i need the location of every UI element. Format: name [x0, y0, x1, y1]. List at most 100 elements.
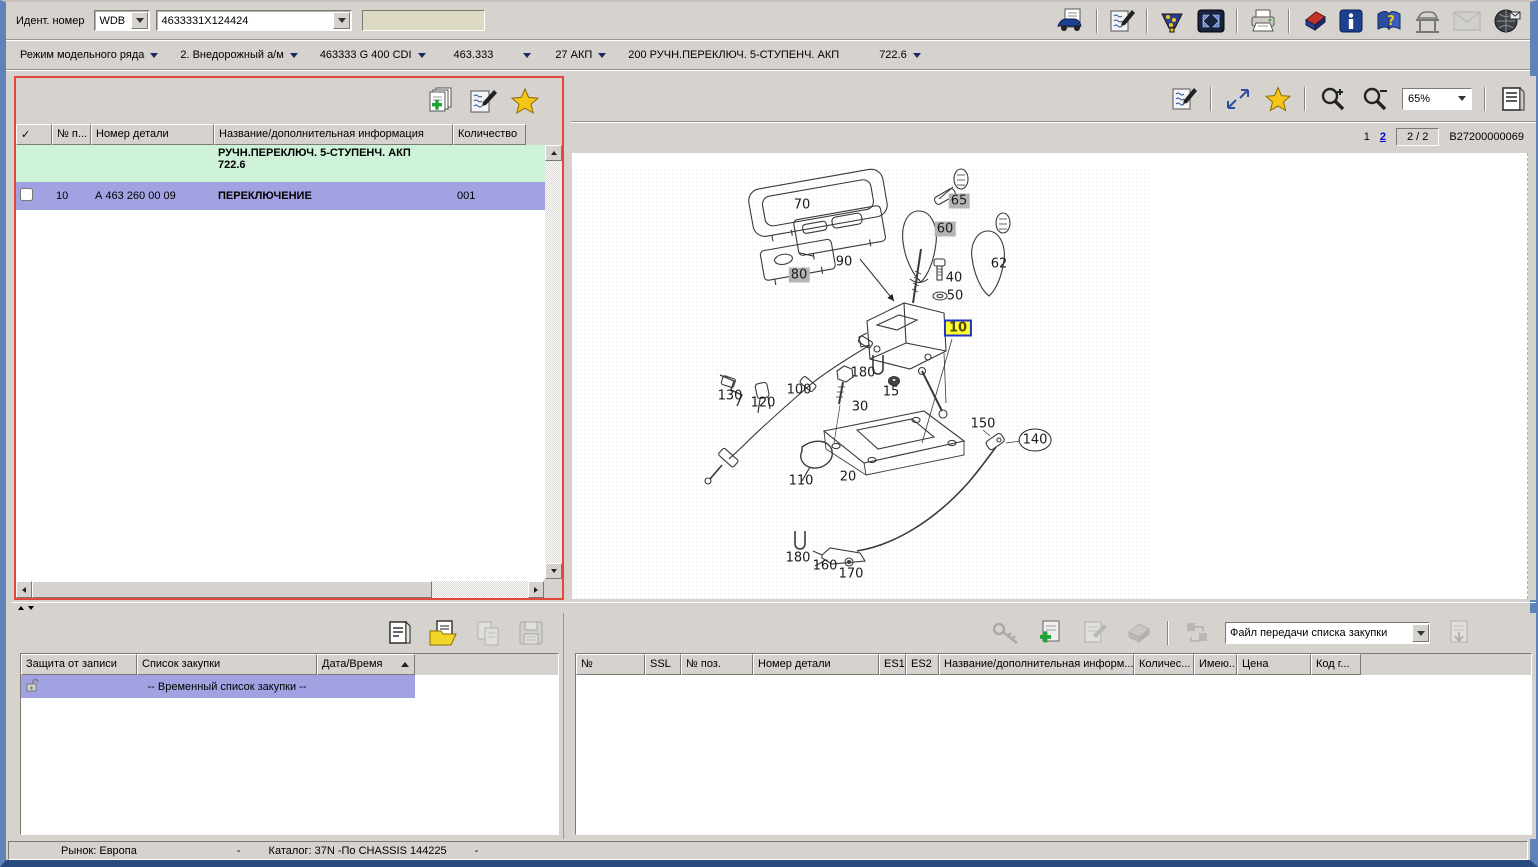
fit-view-icon[interactable]	[1224, 86, 1252, 112]
diagram-callout-90[interactable]: 90	[834, 255, 855, 270]
send-data-icon[interactable]	[1492, 8, 1522, 34]
save-list-icon	[517, 619, 545, 647]
column-header-check[interactable]: ✓	[16, 124, 52, 145]
diagram-callout-140[interactable]: 140	[1019, 429, 1052, 452]
open-list-icon[interactable]	[427, 619, 459, 647]
transmission-menu[interactable]: 722.6	[879, 49, 921, 61]
transfer-icon	[1183, 619, 1211, 647]
notes-icon[interactable]	[1108, 8, 1136, 34]
new-list-icon[interactable]	[385, 619, 413, 647]
diagram-callout-170[interactable]: 170	[837, 567, 866, 582]
notes-icon[interactable]	[1170, 86, 1198, 112]
column-header-partnumber[interactable]: Номер детали	[91, 124, 214, 145]
column-header-num[interactable]: №	[576, 654, 645, 675]
diagram-callout-150[interactable]: 150	[969, 417, 998, 432]
vehicle-datacard-icon[interactable]	[1056, 8, 1086, 34]
diagram-callout-110[interactable]: 110	[787, 474, 816, 489]
model-menu[interactable]: 463333 G 400 CDI	[320, 49, 426, 61]
diagram-canvas[interactable]: 7090806560624050101801510030130120110201…	[572, 153, 1528, 599]
page-list-icon[interactable]	[1498, 86, 1526, 112]
workshop-lift-icon[interactable]	[1412, 8, 1442, 34]
wmi-select[interactable]: WDB	[94, 10, 150, 31]
row-checkbox[interactable]	[20, 188, 33, 201]
diagram-callout-60[interactable]: 60	[935, 222, 956, 237]
add-document-icon[interactable]	[424, 86, 456, 116]
toolbar-separator	[1236, 9, 1238, 33]
diagram-callout-160[interactable]: 160	[811, 559, 840, 574]
favorites-star-icon[interactable]	[1264, 86, 1292, 112]
column-header-es1[interactable]: ES1	[879, 654, 906, 675]
column-header-name[interactable]: Название/дополнительная информ...	[939, 654, 1134, 675]
notes-icon[interactable]	[468, 87, 498, 115]
column-header-pos[interactable]: № п...	[52, 124, 91, 145]
column-header-price[interactable]: Цена	[1237, 654, 1311, 675]
transfer-file-select[interactable]: Файл передачи списка закупки	[1225, 622, 1430, 644]
export-document-icon	[1444, 619, 1474, 647]
diagram-callout-62[interactable]: 62	[989, 257, 1010, 272]
zoom-level-value: 65%	[1403, 93, 1458, 105]
diagram-callout-100[interactable]: 100	[785, 383, 814, 398]
vehicle-class-menu[interactable]: 2. Внедорожный а/м	[180, 49, 297, 61]
vin-value: 4633331X124424	[157, 15, 332, 27]
parts-row-selected[interactable]: 10 А 463 260 00 09 ПЕРЕКЛЮЧЕНИЕ 001	[16, 182, 562, 210]
diagram-callout-50[interactable]: 50	[945, 289, 966, 304]
diagram-callout-15[interactable]: 15	[881, 385, 902, 400]
parts-horizontal-scrollbar[interactable]	[16, 581, 544, 598]
column-header-qty[interactable]: Количество	[453, 124, 526, 145]
basket-icon[interactable]	[1158, 8, 1186, 34]
column-header-code[interactable]: Код г...	[1311, 654, 1361, 675]
column-header-datetime[interactable]: Дата/Время	[317, 654, 415, 675]
fullscreen-icon[interactable]	[1196, 8, 1226, 34]
zoom-in-icon[interactable]	[1318, 86, 1348, 112]
page-link-1[interactable]: 1	[1364, 131, 1370, 143]
diagram-callout-120[interactable]: 120	[749, 396, 778, 411]
scrollbar-thumb[interactable]	[32, 581, 432, 598]
diagram-callout-40[interactable]: 40	[944, 271, 965, 286]
shopping-list-row[interactable]: -- Временный список закупки --	[21, 675, 415, 698]
column-header-pos[interactable]: № поз.	[681, 654, 753, 675]
wmi-dropdown-button[interactable]	[131, 12, 148, 29]
scroll-right-button[interactable]	[528, 581, 544, 598]
diagram-callout-180[interactable]: 180	[849, 366, 878, 381]
eraser-icon	[1123, 620, 1153, 646]
column-header-partnumber[interactable]: Номер детали	[753, 654, 879, 675]
diagram-callout-30[interactable]: 30	[850, 400, 871, 415]
diagram-callout-20[interactable]: 20	[838, 470, 859, 485]
zoom-out-icon[interactable]	[1360, 86, 1390, 112]
model-range-mode-menu[interactable]: Режим модельного ряда	[20, 49, 158, 61]
scroll-left-button[interactable]	[16, 581, 32, 598]
collapse-down-button[interactable]	[28, 606, 34, 610]
info-icon[interactable]	[1338, 8, 1364, 34]
parts-toolbar	[16, 78, 562, 124]
collapse-up-button[interactable]	[18, 606, 24, 610]
column-header-qty[interactable]: Количес...	[1134, 654, 1194, 675]
vin-combobox[interactable]: 4633331X124424	[156, 10, 352, 31]
eraser-icon[interactable]	[1300, 8, 1328, 34]
scroll-up-button[interactable]	[545, 145, 562, 161]
column-header-write-protect[interactable]: Защита от записи	[21, 654, 137, 675]
diagram-callout-10[interactable]: 10	[944, 320, 972, 337]
favorites-star-icon[interactable]	[510, 87, 540, 115]
column-header-name[interactable]: Название/дополнительная информация	[214, 124, 453, 145]
help-book-icon[interactable]: ?	[1374, 8, 1402, 34]
parts-vertical-scrollbar[interactable]	[545, 145, 562, 579]
page-link-2[interactable]: 2	[1380, 131, 1386, 143]
column-header-es2[interactable]: ES2	[906, 654, 939, 675]
diagram-callout-130[interactable]: 130	[716, 389, 745, 404]
chevron-down-icon[interactable]	[1412, 624, 1429, 642]
column-header-list-name[interactable]: Список закупки	[137, 654, 317, 675]
add-document-icon[interactable]	[1035, 619, 1065, 647]
diagram-callout-180[interactable]: 180	[784, 551, 813, 566]
key-icon	[991, 620, 1021, 646]
diagram-callout-70[interactable]: 70	[792, 198, 813, 213]
zoom-level-select[interactable]: 65%	[1402, 88, 1472, 110]
diagram-callout-65[interactable]: 65	[949, 194, 970, 209]
scroll-down-button[interactable]	[545, 563, 562, 579]
model-code-menu[interactable]: 463.333	[454, 49, 532, 61]
print-icon[interactable]	[1248, 8, 1278, 34]
diagram-callout-80[interactable]: 80	[789, 268, 810, 283]
column-header-have[interactable]: Имею...	[1194, 654, 1237, 675]
vin-dropdown-button[interactable]	[333, 12, 350, 29]
column-header-ssl[interactable]: SSL	[645, 654, 681, 675]
group-menu[interactable]: 27 АКП	[555, 49, 606, 61]
